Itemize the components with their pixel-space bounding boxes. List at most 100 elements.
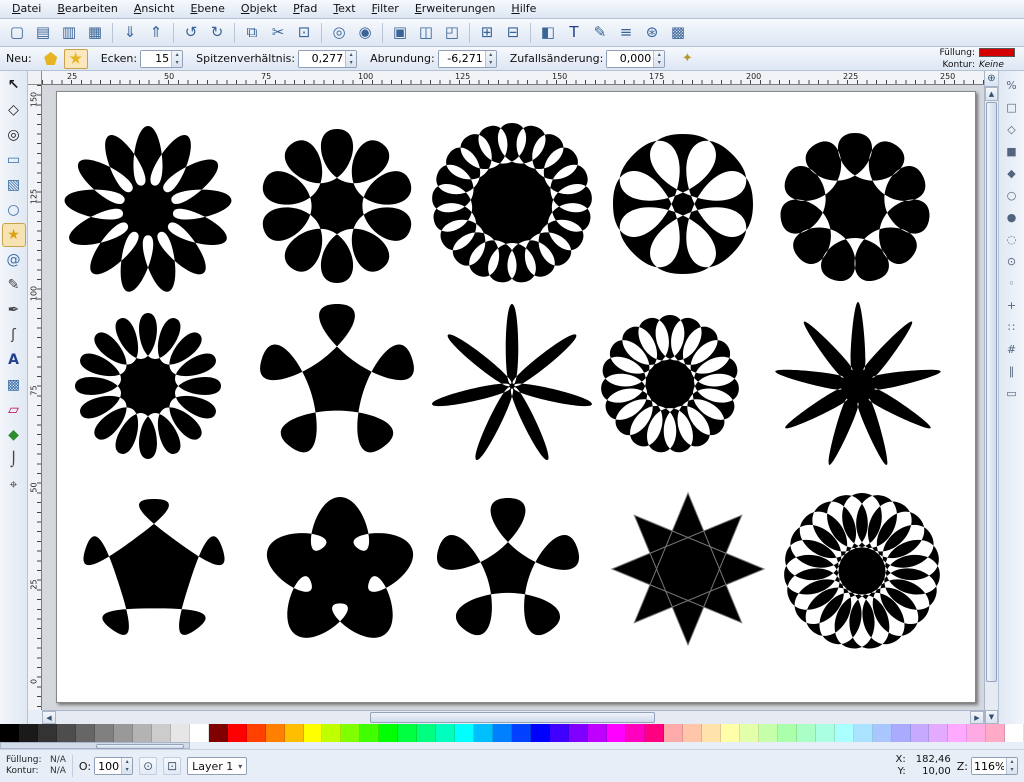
star-shape-6[interactable] <box>75 313 221 459</box>
palette-swatch[interactable] <box>398 724 417 742</box>
palette-swatch[interactable] <box>152 724 171 742</box>
fill-stroke-dialog-button[interactable]: ◧ <box>536 21 560 45</box>
star-shape-3[interactable] <box>432 123 592 282</box>
horizontal-scrollbar[interactable]: ◀ ▶ <box>42 710 984 724</box>
menu-item-filter[interactable]: Filter <box>364 1 407 17</box>
palette-swatch[interactable] <box>569 724 588 742</box>
snap-midpoints-button[interactable]: ◦ <box>1002 273 1022 293</box>
rounded-spin-down-button[interactable]: ▾ <box>486 59 496 67</box>
rect-tool-button[interactable]: ▭ <box>2 148 26 172</box>
text-tool-button[interactable]: A <box>2 348 26 372</box>
palette-swatch[interactable] <box>0 724 19 742</box>
palette-swatch[interactable] <box>436 724 455 742</box>
star-shape-10[interactable] <box>775 302 940 465</box>
pencil-tool-button[interactable]: ✎ <box>2 273 26 297</box>
randomized-spin-up-button[interactable]: ▴ <box>654 51 664 59</box>
open-document-button[interactable]: ▤ <box>31 21 55 45</box>
menu-item-hilfe[interactable]: Hilfe <box>503 1 544 17</box>
opacity-spin-up-button[interactable]: ▴ <box>122 758 132 766</box>
spoke-ratio-spin-down-button[interactable]: ▾ <box>346 59 356 67</box>
horizontal-scroll-thumb[interactable] <box>370 712 655 723</box>
connector-tool-button[interactable]: ⌖ <box>2 473 26 497</box>
palette-swatch[interactable] <box>759 724 778 742</box>
spoke-ratio-spin-up-button[interactable]: ▴ <box>346 51 356 59</box>
randomized-input[interactable] <box>607 51 653 67</box>
vertical-ruler[interactable]: 1501251007550250 <box>28 85 42 710</box>
snap-grid-button[interactable]: # <box>1002 339 1022 359</box>
palette-swatch[interactable] <box>683 724 702 742</box>
snap-page-border-button[interactable]: ▭ <box>1002 383 1022 403</box>
polygon-mode-button[interactable] <box>39 49 63 69</box>
eraser-tool-button[interactable]: ▱ <box>2 398 26 422</box>
star-shape-8[interactable] <box>432 304 592 460</box>
star-tool-button[interactable]: ★ <box>2 223 26 247</box>
palette-swatch[interactable] <box>228 724 247 742</box>
palette-swatch[interactable] <box>835 724 854 742</box>
palette-swatch[interactable] <box>664 724 683 742</box>
palette-swatch[interactable] <box>721 724 740 742</box>
star-shape-11[interactable] <box>83 499 224 635</box>
menu-item-objekt[interactable]: Objekt <box>233 1 285 17</box>
undo-button[interactable]: ↺ <box>179 21 203 45</box>
palette-swatch[interactable] <box>379 724 398 742</box>
vertical-scrollbar[interactable]: ⊕ ▲ ▼ <box>984 71 998 724</box>
menu-item-pfad[interactable]: Pfad <box>285 1 325 17</box>
palette-swatch[interactable] <box>816 724 835 742</box>
palette-swatch[interactable] <box>588 724 607 742</box>
palette-swatch[interactable] <box>38 724 57 742</box>
palette-swatch[interactable] <box>911 724 930 742</box>
spoke-ratio-input[interactable] <box>299 51 345 67</box>
zoom-tool-button[interactable]: ◎ <box>2 123 26 147</box>
palette-swatch[interactable] <box>740 724 759 742</box>
menu-item-ebene[interactable]: Ebene <box>182 1 232 17</box>
dropper-tool-button[interactable]: ⌡ <box>2 448 26 472</box>
save-document-button[interactable]: ▥ <box>57 21 81 45</box>
palette-swatch[interactable] <box>304 724 323 742</box>
horizontal-ruler[interactable]: 255075100125150175200225250 <box>42 71 984 85</box>
text-dialog-button[interactable]: T <box>562 21 586 45</box>
palette-swatch[interactable] <box>967 724 986 742</box>
snap-bounding-box-button[interactable]: □ <box>1002 97 1022 117</box>
snap-paths-button[interactable]: ○ <box>1002 185 1022 205</box>
palette-swatch[interactable] <box>645 724 664 742</box>
selector-tool-button[interactable]: ↖ <box>2 73 26 97</box>
copy-button[interactable]: ⧉ <box>240 21 264 45</box>
opacity-input[interactable] <box>95 758 121 774</box>
spiral-tool-button[interactable]: @ <box>2 248 26 272</box>
palette-swatch[interactable] <box>322 724 341 742</box>
palette-swatch[interactable] <box>114 724 133 742</box>
star-shape-15[interactable] <box>784 493 940 649</box>
document-properties-button[interactable]: ▩ <box>666 21 690 45</box>
snap-bbox-edges-button[interactable]: ◇ <box>1002 119 1022 139</box>
palette-swatch[interactable] <box>512 724 531 742</box>
palette-swatch[interactable] <box>190 724 209 742</box>
gradient-tool-button[interactable]: ▩ <box>2 373 26 397</box>
zoom-spin-down-button[interactable]: ▾ <box>1007 766 1017 774</box>
corners-spin-up-button[interactable]: ▴ <box>172 51 182 59</box>
menu-item-ansicht[interactable]: Ansicht <box>126 1 183 17</box>
create-clone-button[interactable]: ◫ <box>414 21 438 45</box>
snap-path-intersections-button[interactable]: ● <box>1002 207 1022 227</box>
snap-smooth-nodes-button[interactable]: ⊙ <box>1002 251 1022 271</box>
snap-nodes-button[interactable]: ◆ <box>1002 163 1022 183</box>
star-shape-14[interactable] <box>612 493 764 645</box>
palette-swatch[interactable] <box>19 724 38 742</box>
palette-swatch[interactable] <box>1005 724 1024 742</box>
layer-selector[interactable]: Layer 1 ▾ <box>187 757 247 775</box>
canvas-viewport[interactable] <box>42 85 984 710</box>
redo-button[interactable]: ↻ <box>205 21 229 45</box>
palette-swatch[interactable] <box>57 724 76 742</box>
defaults-button[interactable]: ✦ <box>676 49 698 69</box>
box3d-tool-button[interactable]: ▧ <box>2 173 26 197</box>
align-dialog-button[interactable]: ≡ <box>614 21 638 45</box>
cut-button[interactable]: ✂ <box>266 21 290 45</box>
scroll-up-button[interactable]: ▲ <box>985 87 998 101</box>
unlink-clone-button[interactable]: ◰ <box>440 21 464 45</box>
corners-spin-down-button[interactable]: ▾ <box>172 59 182 67</box>
star-mode-button[interactable] <box>64 49 88 69</box>
palette-swatch[interactable] <box>948 724 967 742</box>
star-shape-12[interactable] <box>267 497 413 638</box>
palette-swatch[interactable] <box>474 724 493 742</box>
menu-item-text[interactable]: Text <box>325 1 363 17</box>
layer-lock-button[interactable]: ⊡ <box>163 757 181 775</box>
